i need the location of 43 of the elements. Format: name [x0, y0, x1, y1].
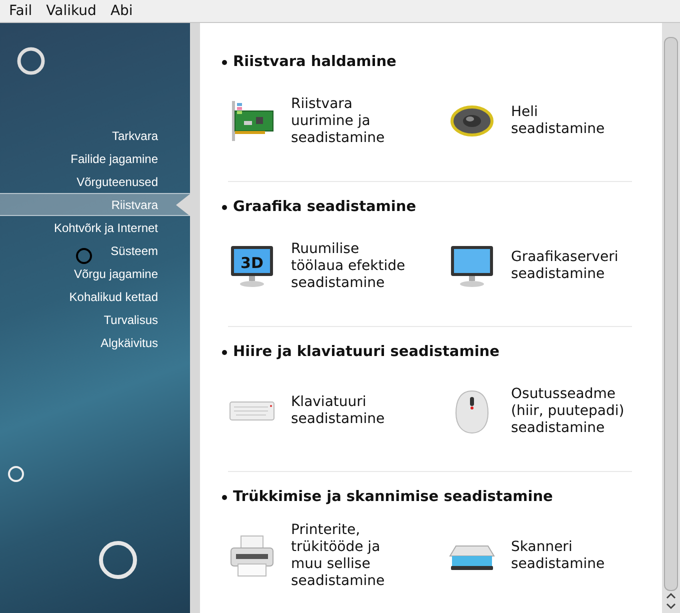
- menu-item[interactable]: Valikud: [41, 2, 102, 20]
- bullet-icon: [222, 350, 227, 354]
- section-heading: Hiire ja klaviatuuri seadistamine: [233, 344, 500, 360]
- bullet-icon: [222, 494, 227, 500]
- ring-decoration: [99, 541, 137, 579]
- sidebar-item[interactable]: Võrgu jagamine: [0, 262, 190, 285]
- sidebar-item[interactable]: Turvalisus: [0, 308, 190, 331]
- settings-item[interactable]: Graafikaserveri seadistamine: [448, 234, 632, 298]
- bullet-icon: [222, 204, 227, 210]
- ring-decoration: [8, 466, 24, 482]
- monitor-icon: [451, 246, 493, 287]
- scrollbar-thumb[interactable]: [664, 37, 678, 591]
- section-heading: Trükkimise ja skannimise seadistamine: [233, 489, 553, 505]
- settings-item[interactable]: Klaviatuuri seadistamine: [228, 379, 448, 443]
- scroll-up-icon[interactable]: [665, 591, 677, 601]
- sidebar-item[interactable]: Tarkvara: [0, 124, 190, 147]
- settings-item[interactable]: Riistvara uurimine ja seadistamine: [228, 89, 448, 153]
- settings-item[interactable]: Skanneri seadistamine: [448, 524, 632, 588]
- sidebar-item[interactable]: Süsteem: [0, 239, 190, 262]
- scroll-down-icon[interactable]: [665, 601, 677, 611]
- section-heading: Graafika seadistamine: [233, 199, 416, 215]
- sidebar-item[interactable]: Failide jagamine: [0, 147, 190, 170]
- settings-item[interactable]: Printerite, trükitööde ja muu sellise seadistamine: [228, 524, 448, 588]
- ring-decoration: [17, 47, 45, 75]
- settings-item[interactable]: 3D Ruumilise töölaua efektide seadistamine: [228, 234, 448, 298]
- menu-item[interactable]: Abi: [105, 2, 138, 20]
- sidebar-item[interactable]: Kohalikud kettad: [0, 285, 190, 308]
- sidebar-item[interactable]: Kohtvõrk ja Internet: [0, 216, 190, 239]
- scrollbar[interactable]: [662, 23, 680, 613]
- speaker-icon: [450, 106, 494, 136]
- ring-decoration: [76, 248, 92, 264]
- sidebar-item[interactable]: Võrguteenused: [0, 170, 190, 193]
- mouse-icon: [456, 390, 488, 434]
- expansion-card-icon: [232, 101, 274, 141]
- scanner-icon: [449, 546, 495, 570]
- keyboard-icon: [230, 402, 274, 420]
- section-heading: Riistvara haldamine: [233, 54, 396, 70]
- bullet-icon: [222, 60, 227, 64]
- sidebar-item[interactable]: Algkäivitus: [0, 331, 190, 354]
- settings-item[interactable]: Osutusseadme (hiir, puutepadi) seadistamine: [448, 379, 632, 443]
- menu-item[interactable]: Fail: [4, 2, 38, 20]
- settings-item[interactable]: Heli seadistamine: [448, 89, 632, 153]
- printer-icon: [230, 536, 274, 576]
